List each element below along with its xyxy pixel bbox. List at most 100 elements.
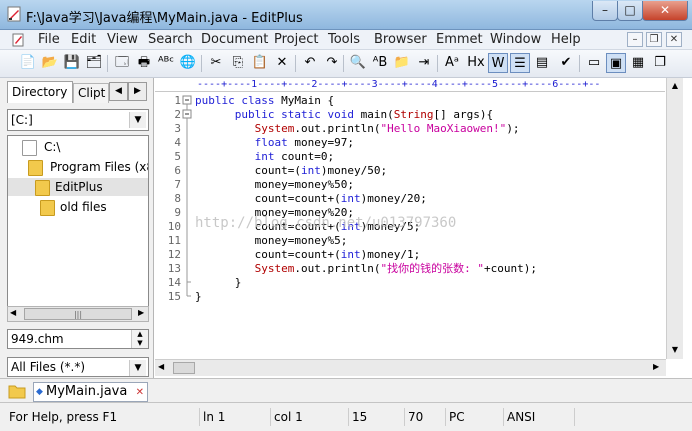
file-name-input[interactable]: 949.chm <box>7 329 149 349</box>
title-bar[interactable]: F:\Java学习\Java编程\MyMain.java - EditPlus … <box>0 0 692 30</box>
line-number: 7 <box>174 178 181 191</box>
scroll-right-arrow-icon[interactable]: ▶ <box>138 308 144 317</box>
folder-icon[interactable] <box>8 383 26 399</box>
scrollbar-thumb[interactable]: ||| <box>24 308 132 320</box>
spell-check-icon[interactable]: ᴬᴮᶜ <box>156 53 176 73</box>
word-wrap-icon[interactable]: W <box>488 53 508 73</box>
close-window-button[interactable]: ✕ <box>642 1 688 21</box>
menu-emmet[interactable]: Emmet <box>436 32 483 47</box>
directory-horizontal-scrollbar[interactable]: ◀ ||| ▶ <box>7 306 149 322</box>
status-column: col 1 <box>270 408 303 426</box>
scrollbar-thumb[interactable] <box>173 362 195 374</box>
mdi-close-button[interactable]: ✕ <box>666 32 682 47</box>
tab-scroll-left-button[interactable]: ◀ <box>109 82 128 101</box>
editor-vertical-scrollbar[interactable]: ▲ ▼ <box>666 78 683 359</box>
code-line[interactable]: } <box>195 276 242 290</box>
line-number: 6 <box>174 164 181 177</box>
code-line[interactable]: money=money%50; <box>195 178 354 192</box>
scroll-left-arrow-icon[interactable]: ◀ <box>10 308 16 317</box>
menu-edit[interactable]: Edit <box>71 32 96 47</box>
menu-browser[interactable]: Browser <box>374 32 427 47</box>
line-number: 4 <box>174 136 181 149</box>
menu-view[interactable]: View <box>107 32 138 47</box>
scroll-right-arrow-icon[interactable]: ▶ <box>653 362 659 371</box>
menu-document[interactable]: Document <box>201 32 268 47</box>
menu-search[interactable]: Search <box>148 32 193 47</box>
toolbar-separator <box>201 55 202 72</box>
print-icon[interactable]: 🖶 <box>134 53 154 73</box>
new-window-icon[interactable]: ❐ <box>650 53 670 73</box>
cut-icon[interactable]: ✂ <box>206 53 226 73</box>
code-line[interactable]: public class MyMain { <box>195 94 334 108</box>
delete-icon[interactable]: ✕ <box>272 53 292 73</box>
replace-icon[interactable]: ᴬB <box>370 53 390 73</box>
maximize-button[interactable]: □ <box>617 1 643 21</box>
file-spin-icon[interactable]: ▲ ▼ <box>131 330 148 348</box>
scroll-down-arrow-icon[interactable]: ▼ <box>667 342 683 358</box>
dropdown-arrow-icon[interactable]: ▼ <box>129 360 146 376</box>
tree-item-editplus[interactable]: EditPlus <box>8 178 148 196</box>
fold-markers-icon[interactable] <box>182 93 194 358</box>
code-line[interactable]: count=count+(int)money/20; <box>195 192 427 206</box>
browser-preview-icon[interactable]: 🌐 <box>178 53 198 73</box>
redo-icon[interactable]: ↷ <box>322 53 342 73</box>
font-icon[interactable]: Aᵃ <box>442 53 462 73</box>
scroll-up-arrow-icon[interactable]: ▲ <box>667 78 683 94</box>
editplus-app-icon[interactable] <box>6 6 22 22</box>
editor-horizontal-scrollbar[interactable]: ◀ ▶ <box>155 359 666 376</box>
status-line: ln 1 <box>199 408 225 426</box>
line-number: 10 <box>167 220 181 233</box>
code-line[interactable]: float money=97; <box>195 136 354 150</box>
find-icon[interactable]: 🔍 <box>348 53 368 73</box>
fold-margin[interactable] <box>182 93 194 358</box>
tab-directory[interactable]: Directory <box>7 81 73 103</box>
code-line[interactable]: } <box>195 290 202 304</box>
new-file-icon[interactable]: 📄 <box>18 53 38 73</box>
menu-tools[interactable]: Tools <box>328 32 360 47</box>
code-line[interactable]: public static void main(String[] args){ <box>195 108 493 122</box>
line-number: 5 <box>174 150 181 163</box>
directory-window-icon[interactable]: ▣ <box>606 53 626 73</box>
output-window-icon[interactable]: ▭ <box>584 53 604 73</box>
drive-select[interactable]: [C:] ▼ <box>7 109 149 131</box>
print-preview-icon[interactable]: 🗔 <box>112 53 132 73</box>
open-folder-icon[interactable]: 📂 <box>40 53 60 73</box>
save-all-icon[interactable]: 🗂 <box>84 53 104 73</box>
close-tab-icon[interactable]: ✕ <box>136 384 144 402</box>
line-number-icon[interactable]: ☰ <box>510 53 530 73</box>
code-line[interactable]: count=count+(int)money/1; <box>195 248 421 262</box>
undo-icon[interactable]: ↶ <box>300 53 320 73</box>
mdi-minimize-button[interactable]: – <box>627 32 643 47</box>
menu-project[interactable]: Project <box>274 32 318 47</box>
ruler-icon[interactable]: ▤ <box>532 53 552 73</box>
code-editor[interactable]: ----+----1----+----2----+----3----+----4… <box>155 78 692 378</box>
paste-icon[interactable]: 📋 <box>250 53 270 73</box>
find-in-files-icon[interactable]: 📁 <box>392 53 412 73</box>
copy-icon[interactable]: ⎘ <box>228 53 248 73</box>
hex-icon[interactable]: Hx <box>466 53 486 73</box>
toolbar-separator <box>579 55 580 72</box>
mdi-restore-button[interactable]: ❐ <box>646 32 662 47</box>
tab-cliptext[interactable]: Clipt <box>73 83 109 103</box>
code-line[interactable]: System.out.println("找你的钱的张数: "+count); <box>195 262 537 276</box>
menu-help[interactable]: Help <box>551 32 581 47</box>
drive-select-value: [C:] <box>11 113 33 127</box>
goto-line-icon[interactable]: ⇥ <box>414 53 434 73</box>
cliptext-icon[interactable]: ▦ <box>628 53 648 73</box>
code-line[interactable]: count=(int)money/50; <box>195 164 388 178</box>
tab-mymain-java[interactable]: ◆ MyMain.java ✕ <box>33 382 148 402</box>
line-number: 11 <box>167 234 181 247</box>
menu-file[interactable]: File <box>38 32 60 47</box>
document-pencil-icon[interactable] <box>12 33 24 47</box>
code-line[interactable]: System.out.println("Hello MaoXiaowen!"); <box>195 122 520 136</box>
scroll-left-arrow-icon[interactable]: ◀ <box>158 362 164 371</box>
code-line[interactable]: int count=0; <box>195 150 335 164</box>
dropdown-arrow-icon[interactable]: ▼ <box>129 112 146 128</box>
save-icon[interactable]: 💾 <box>62 53 82 73</box>
menu-window[interactable]: Window <box>490 32 541 47</box>
file-filter-select[interactable]: All Files (*.*) ▼ <box>7 357 149 377</box>
minimize-button[interactable]: – <box>592 1 618 21</box>
check-icon[interactable]: ✔ <box>556 53 576 73</box>
tab-scroll-right-button[interactable]: ▶ <box>128 82 147 101</box>
code-line[interactable]: money=money%5; <box>195 234 348 248</box>
